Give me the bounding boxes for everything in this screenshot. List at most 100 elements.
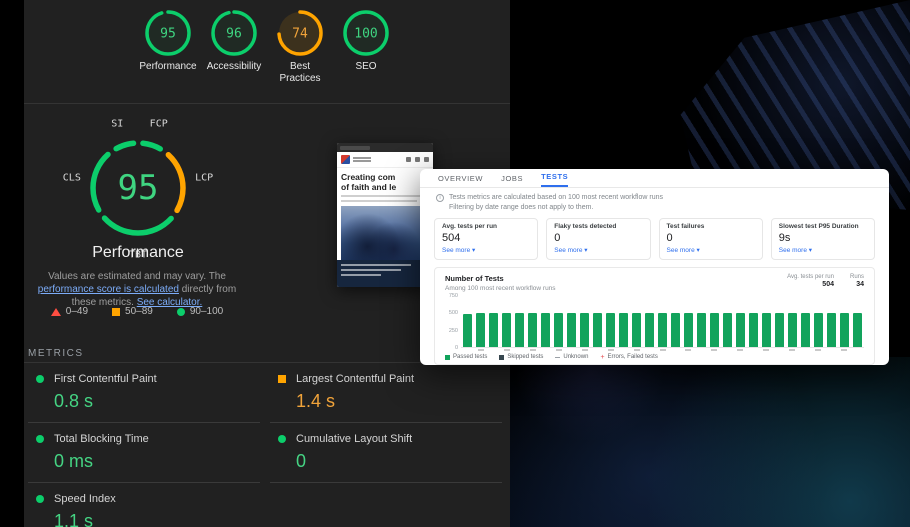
run-bar[interactable]	[697, 313, 706, 347]
run-bar[interactable]	[723, 313, 732, 347]
legend-errors-failed-tests[interactable]: +Errors, Failed tests	[600, 354, 657, 360]
performance-score-link[interactable]: performance score is calculated	[38, 284, 179, 295]
metric-status-icon	[36, 375, 44, 383]
see-more-link[interactable]: See more ▾	[667, 246, 755, 254]
segment-label-lcp: LCP	[195, 172, 213, 183]
run-bar[interactable]	[840, 313, 849, 347]
run-bar[interactable]	[853, 313, 862, 347]
legend-skipped-tests[interactable]: Skipped tests	[499, 354, 543, 360]
legend-label: Skipped tests	[507, 354, 543, 360]
legend-passed-tests[interactable]: Passed tests	[445, 354, 487, 360]
metric-value: 0	[296, 451, 498, 472]
tab-overview[interactable]: OVERVIEW	[438, 174, 483, 187]
logo-text-lines	[353, 156, 371, 163]
x-tick	[530, 349, 536, 351]
fail-triangle-icon	[51, 308, 61, 316]
runs-value: 34	[850, 281, 864, 288]
run-bar[interactable]	[814, 313, 823, 347]
x-tick	[799, 349, 810, 351]
run-bar[interactable]	[476, 313, 485, 347]
run-bar[interactable]	[515, 313, 524, 347]
x-tick	[504, 349, 510, 351]
site-paragraph-line	[341, 200, 417, 202]
chart-avg-stat: Avg. tests per run 504	[787, 274, 834, 292]
x-tick	[737, 349, 743, 351]
legend-unknown[interactable]: Unknown	[555, 354, 588, 360]
x-tick	[634, 349, 640, 351]
metric-label: Largest Contentful Paint	[296, 373, 414, 385]
run-bar[interactable]	[632, 313, 641, 347]
x-tick	[711, 349, 717, 351]
site-paragraph-line	[341, 195, 423, 197]
legend-pass: 90–100	[177, 306, 223, 317]
run-bar[interactable]	[827, 313, 836, 347]
x-tick	[748, 349, 759, 351]
category-label: Accessibility	[203, 61, 265, 73]
x-tick	[763, 349, 769, 351]
site-footer	[337, 260, 433, 287]
chart-legend: Passed tests Skipped tests Unknown +Errors,…	[445, 354, 864, 360]
run-bar[interactable]	[502, 313, 511, 347]
category-gauge-best-practices[interactable]: 74Best Practices	[269, 8, 331, 103]
site-hero: Creating com of faith and le	[337, 168, 433, 260]
site-screenshot-window: Creating com of faith and le	[337, 143, 433, 287]
metric-label: Speed Index	[54, 493, 116, 505]
x-tick	[851, 349, 862, 351]
run-bar[interactable]	[645, 313, 654, 347]
metric-value: 0.8 s	[54, 391, 256, 412]
bar-chart: 7505002500	[445, 296, 864, 348]
run-bar[interactable]	[619, 313, 628, 347]
number-of-tests-card: Number of Tests Among 100 most recent wo…	[434, 267, 875, 365]
y-tick-label: 750	[449, 293, 458, 299]
run-bar[interactable]	[762, 313, 771, 347]
run-bar[interactable]	[801, 313, 810, 347]
category-label: Performance	[137, 61, 199, 73]
gauge-ring: 96	[209, 8, 259, 58]
performance-gauge-title: Performance	[58, 244, 218, 262]
run-bar[interactable]	[463, 314, 472, 347]
x-tick	[489, 349, 500, 351]
run-bar[interactable]	[710, 313, 719, 347]
run-bar[interactable]	[606, 313, 615, 347]
site-heading-line1: Creating com	[341, 172, 429, 182]
run-bar[interactable]	[541, 313, 550, 347]
run-bar[interactable]	[580, 313, 589, 347]
run-bar[interactable]	[788, 313, 797, 347]
gauge-ring: 74	[275, 8, 325, 58]
run-bar[interactable]	[671, 313, 680, 347]
metric-cumulative-layout-shift: Cumulative Layout Shift0	[270, 423, 502, 483]
segment-label-cls: CLS	[63, 172, 81, 183]
run-bar[interactable]	[567, 313, 576, 347]
x-tick	[644, 349, 655, 351]
run-bar[interactable]	[658, 313, 667, 347]
run-bar[interactable]	[554, 313, 563, 347]
classroom-photo	[341, 206, 429, 260]
tab-jobs[interactable]: JOBS	[501, 174, 523, 187]
see-more-link[interactable]: See more ▾	[442, 246, 530, 254]
score-disclaimer: Values are estimated and may vary. The p…	[30, 270, 244, 309]
run-bar[interactable]	[749, 313, 758, 347]
category-gauge-accessibility[interactable]: 96 Accessibility	[203, 8, 265, 103]
run-bar[interactable]	[775, 313, 784, 347]
x-tick	[685, 349, 691, 351]
run-bar[interactable]	[593, 313, 602, 347]
run-bar[interactable]	[684, 313, 693, 347]
x-tick	[463, 349, 474, 351]
see-more-link[interactable]: See more ▾	[554, 246, 642, 254]
background-photo-bottom	[510, 357, 910, 527]
stat-card-avg-tests-per-run: Avg. tests per run504See more ▾	[434, 218, 538, 260]
tab-tests[interactable]: TESTS	[541, 172, 568, 187]
run-bar[interactable]	[528, 313, 537, 347]
x-tick	[670, 349, 681, 351]
x-tick	[722, 349, 733, 351]
category-gauge-performance[interactable]: 95Performance	[137, 8, 199, 103]
run-bar[interactable]	[736, 313, 745, 347]
x-tick	[608, 349, 614, 351]
x-tick	[660, 349, 666, 351]
see-more-link[interactable]: See more ▾	[779, 246, 867, 254]
average-square-icon	[112, 308, 120, 316]
category-gauge-seo[interactable]: 100SEO	[335, 8, 397, 103]
metric-status-icon	[278, 375, 286, 383]
site-nav-icons	[406, 157, 429, 162]
run-bar[interactable]	[489, 313, 498, 347]
